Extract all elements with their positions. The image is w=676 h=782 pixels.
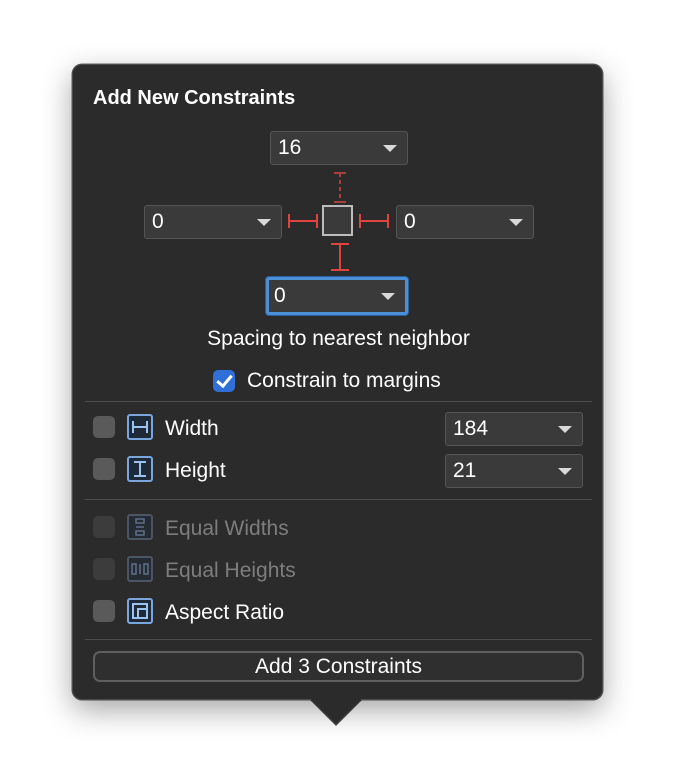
selected-view-box — [322, 205, 353, 236]
width-combo[interactable]: 184 — [445, 412, 583, 446]
height-checkbox[interactable] — [93, 458, 115, 480]
equal-widths-label: Equal Widths — [165, 517, 289, 540]
equal-widths-checkbox — [93, 516, 115, 538]
height-combo[interactable]: 21 — [445, 454, 583, 488]
equal-widths-icon — [127, 514, 153, 540]
divider — [85, 401, 592, 402]
add-constraints-button[interactable]: Add 3 Constraints — [93, 651, 584, 682]
chevron-down-icon[interactable] — [558, 425, 572, 433]
aspect-ratio-label[interactable]: Aspect Ratio — [165, 601, 284, 625]
equal-heights-icon — [127, 556, 153, 582]
constraint-struts-diagram — [288, 172, 389, 271]
right-strut[interactable] — [359, 214, 389, 228]
top-strut[interactable] — [334, 172, 346, 203]
width-icon — [127, 414, 153, 440]
height-value[interactable]: 21 — [453, 459, 558, 483]
chevron-down-icon[interactable] — [558, 467, 572, 475]
height-icon — [127, 456, 153, 482]
aspect-ratio-checkbox[interactable] — [93, 600, 115, 622]
aspect-ratio-icon — [127, 598, 153, 624]
popover-arrow — [308, 696, 364, 724]
width-value[interactable]: 184 — [453, 417, 558, 441]
bottom-strut[interactable] — [331, 243, 349, 271]
add-constraints-popover: Add New Constraints 16 0 0 0 Spacing to … — [72, 64, 603, 700]
width-label[interactable]: Width — [165, 417, 219, 441]
spacing-label: Spacing to nearest neighbor — [207, 327, 470, 350]
divider — [85, 639, 592, 640]
constrain-to-margins-label[interactable]: Constrain to margins — [247, 369, 441, 393]
left-strut[interactable] — [288, 214, 318, 228]
height-label[interactable]: Height — [165, 459, 226, 483]
width-checkbox[interactable] — [93, 416, 115, 438]
constrain-to-margins-checkbox[interactable] — [213, 370, 235, 392]
equal-heights-label: Equal Heights — [165, 559, 296, 582]
equal-heights-checkbox — [93, 558, 115, 580]
divider — [85, 499, 592, 500]
